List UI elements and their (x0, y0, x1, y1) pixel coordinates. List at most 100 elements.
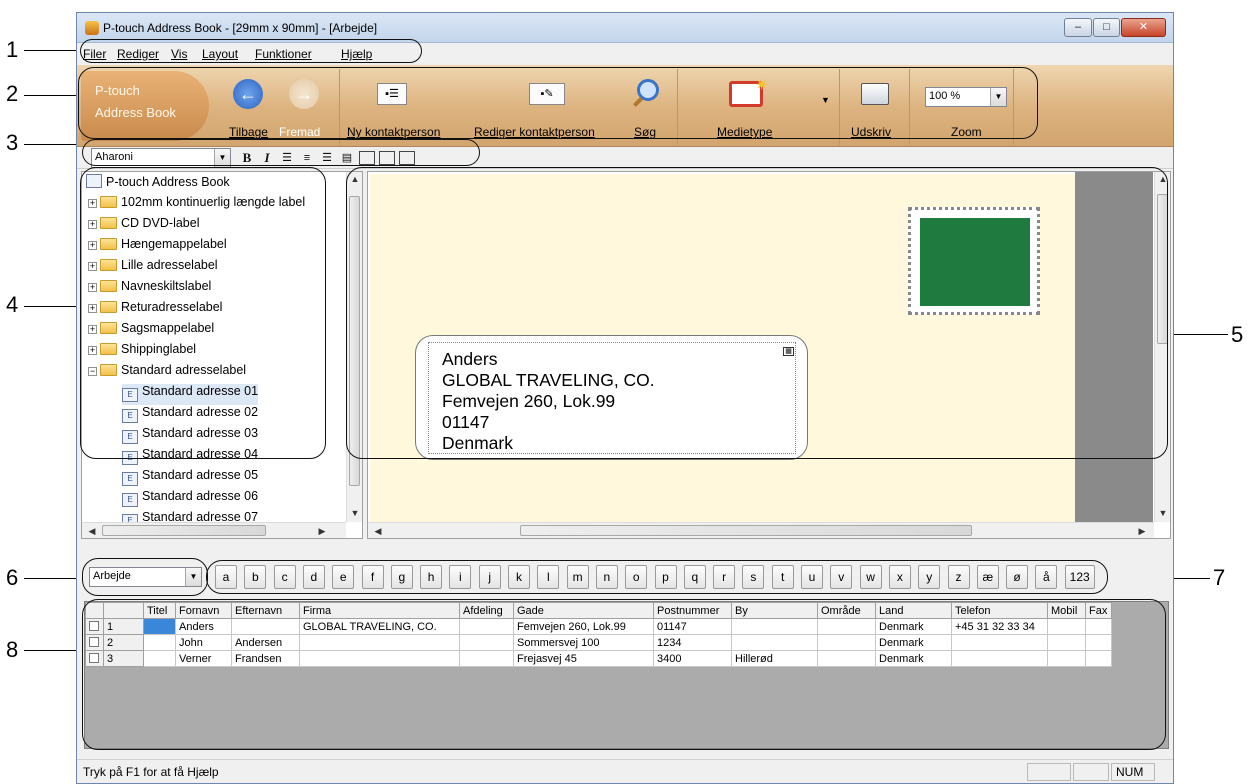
tree-folder[interactable]: + Sagsmappelabel (88, 321, 214, 342)
alphabet-key[interactable]: b (244, 565, 267, 589)
table-cell[interactable] (1047, 650, 1086, 667)
table-cell[interactable]: Anders (175, 618, 232, 635)
alphabet-key[interactable]: h (420, 565, 443, 589)
chevron-down-icon[interactable]: ▼ (214, 149, 230, 167)
align-middle-icon[interactable] (379, 151, 395, 165)
align-bottom-icon[interactable] (399, 151, 415, 165)
print-button[interactable]: Udskriv (851, 125, 891, 139)
alphabet-key[interactable]: z (947, 565, 970, 589)
align-left-icon[interactable]: ☰ (279, 150, 295, 166)
tree-layout-item[interactable]: E Standard adresse 06 (122, 489, 258, 510)
tree-folder[interactable]: + Navneskiltslabel (88, 279, 211, 300)
row-checkbox[interactable] (89, 652, 99, 663)
grid-header-cell[interactable]: Fax (1085, 602, 1112, 619)
table-cell[interactable]: Sommersvej 100 (513, 634, 654, 651)
tree-vertical-scrollbar[interactable]: ▲ ▼ (346, 172, 362, 522)
expand-icon[interactable]: + (88, 262, 97, 271)
scroll-thumb[interactable] (349, 196, 360, 486)
preview-horizontal-scrollbar[interactable]: ◀ ▶ (368, 522, 1154, 538)
forward-arrow-icon[interactable]: → (289, 79, 319, 109)
alphabet-key[interactable]: m (566, 565, 589, 589)
grid-header-cell[interactable]: Afdeling (459, 602, 514, 619)
grid-header-cell[interactable]: Land (875, 602, 952, 619)
back-arrow-icon[interactable]: ← (233, 79, 263, 109)
postage-stamp-image[interactable] (908, 207, 1040, 315)
alphabet-key[interactable]: r (713, 565, 736, 589)
table-row[interactable]: 1 Anders GLOBAL TRAVELING, CO. Femvejen 260… (85, 618, 1112, 635)
minimize-button[interactable]: – (1064, 18, 1092, 37)
alphabet-key[interactable]: i (449, 565, 472, 589)
scroll-thumb[interactable] (102, 525, 266, 536)
alphabet-key[interactable]: d (302, 565, 325, 589)
grid-header-cell[interactable]: Fornavn (175, 602, 232, 619)
table-row[interactable]: 3 Verner Frandsen Frejasvej 45 3400 Hillerød D… (85, 650, 1112, 667)
alphabet-key[interactable]: x (888, 565, 911, 589)
label-canvas[interactable]: Anders GLOBAL TRAVELING, CO. Femvejen 26… (370, 174, 1075, 538)
table-cell[interactable]: Denmark (875, 650, 952, 667)
table-cell[interactable]: Femvejen 260, Lok.99 (513, 618, 654, 635)
title-bar[interactable]: P-touch Address Book - [29mm x 90mm] - [… (77, 13, 1173, 43)
chevron-down-icon[interactable]: ▼ (990, 88, 1006, 106)
table-cell[interactable]: 1234 (653, 634, 732, 651)
table-cell[interactable]: Denmark (875, 634, 952, 651)
alphabet-key[interactable]: y (918, 565, 941, 589)
table-cell[interactable] (817, 650, 876, 667)
table-cell[interactable] (731, 634, 818, 651)
tree-horizontal-scrollbar[interactable]: ◀ ▶ (82, 522, 346, 538)
forward-button-label[interactable]: Fremad (279, 125, 320, 139)
alphabet-key[interactable]: w (859, 565, 882, 589)
table-cell[interactable]: Hillerød (731, 650, 818, 667)
search-button[interactable]: Søg (634, 125, 656, 139)
zoom-select[interactable]: 100 % ▼ (925, 87, 1007, 107)
alphabet-key[interactable]: l (537, 565, 560, 589)
menu-filer[interactable]: Filer (83, 47, 106, 61)
scroll-up-arrow[interactable]: ▲ (1155, 174, 1170, 184)
alphabet-key[interactable]: c (273, 565, 296, 589)
scroll-up-arrow[interactable]: ▲ (347, 174, 362, 184)
align-center-icon[interactable]: ≡ (299, 150, 315, 166)
alphabet-key[interactable]: æ (976, 565, 999, 589)
alphabet-key[interactable]: o (625, 565, 648, 589)
scroll-left-arrow[interactable]: ◀ (370, 526, 386, 537)
expand-icon[interactable]: + (88, 304, 97, 313)
scroll-right-arrow[interactable]: ▶ (1134, 526, 1150, 537)
tree-folder[interactable]: + Lille adresselabel (88, 258, 218, 279)
table-cell[interactable]: Frandsen (231, 650, 300, 667)
row-checkbox[interactable] (89, 620, 99, 631)
grid-header-cell[interactable]: Efternavn (231, 602, 300, 619)
menu-rediger[interactable]: Rediger (117, 47, 159, 61)
alphabet-key[interactable]: f (361, 565, 384, 589)
tree-folder[interactable]: +102mm kontinuerlig længde label (88, 195, 305, 216)
edit-contact-icon[interactable]: ▪✎ (529, 83, 565, 105)
table-cell[interactable]: GLOBAL TRAVELING, CO. (299, 618, 460, 635)
alphabet-key[interactable]: t (771, 565, 794, 589)
align-right-icon[interactable]: ☰ (319, 150, 335, 166)
table-cell[interactable] (459, 650, 514, 667)
scroll-right-arrow[interactable]: ▶ (314, 526, 330, 537)
grid-header-cell[interactable]: Firma (299, 602, 460, 619)
expand-icon[interactable]: + (88, 199, 97, 208)
scroll-left-arrow[interactable]: ◀ (84, 526, 100, 537)
tree-layout-item[interactable]: E Standard adresse 03 (122, 426, 258, 447)
table-row[interactable]: 2 John Andersen Sommersvej 100 1234 Denmark (85, 634, 1112, 651)
alphabet-key[interactable]: 123 (1064, 565, 1095, 589)
table-cell[interactable]: John (175, 634, 232, 651)
align-top-icon[interactable] (359, 151, 375, 165)
table-cell[interactable] (731, 618, 818, 635)
new-contact-icon[interactable]: ▪☰ (377, 83, 407, 105)
table-cell[interactable]: Frejasvej 45 (513, 650, 654, 667)
expand-icon[interactable]: + (88, 283, 97, 292)
grid-header-cell[interactable]: Mobil (1047, 602, 1086, 619)
scroll-thumb[interactable] (1157, 194, 1168, 344)
table-cell[interactable]: 3400 (653, 650, 732, 667)
chevron-down-icon[interactable]: ▼ (185, 568, 201, 586)
grid-header-cell[interactable]: Gade (513, 602, 654, 619)
preview-vertical-scrollbar[interactable]: ▲ ▼ (1154, 172, 1170, 522)
table-cell[interactable] (143, 650, 176, 667)
scroll-down-arrow[interactable]: ▼ (347, 508, 362, 518)
tree-layout-item[interactable]: E Standard adresse 05 (122, 468, 258, 489)
menu-funktioner[interactable]: Funktioner (255, 47, 312, 61)
address-text-box[interactable]: Anders GLOBAL TRAVELING, CO. Femvejen 26… (415, 335, 808, 460)
tree-layout-item[interactable]: E Standard adresse 04 (122, 447, 258, 468)
alphabet-key[interactable]: k (508, 565, 530, 589)
